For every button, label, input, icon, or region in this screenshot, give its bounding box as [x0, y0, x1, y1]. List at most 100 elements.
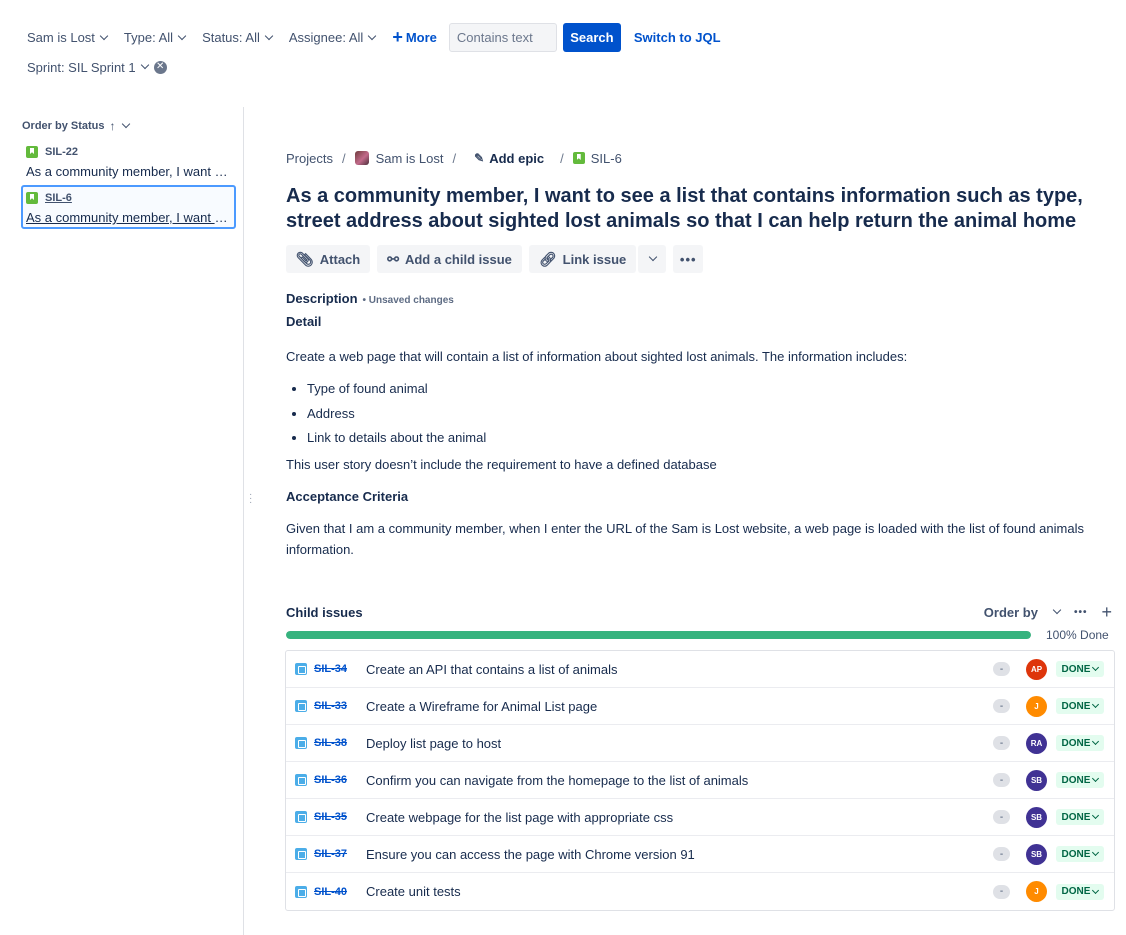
status-dropdown[interactable]: DONE: [1056, 883, 1104, 900]
clear-filter-icon[interactable]: ✕: [153, 60, 167, 74]
status-filter[interactable]: Status: All: [196, 24, 278, 52]
status-dropdown[interactable]: DONE: [1056, 772, 1104, 788]
child-issue-key[interactable]: SIL-38: [314, 737, 351, 749]
status-dropdown[interactable]: DONE: [1056, 661, 1104, 677]
description-intro: Create a web page that will contain a li…: [286, 349, 908, 364]
attach-button[interactable]: 📎︎ Attach: [286, 245, 371, 273]
chevron-down-icon: [1092, 811, 1100, 820]
child-issue-row[interactable]: SIL-38 Deploy list page to host - RA DONE: [286, 725, 1114, 762]
project-filter[interactable]: Sam is Lost: [21, 24, 113, 52]
child-issue-summary[interactable]: Create unit tests: [366, 884, 993, 899]
type-filter[interactable]: Type: All: [118, 24, 191, 52]
status-label: DONE: [1061, 848, 1091, 860]
assignee-filter[interactable]: Assignee: All: [283, 24, 381, 52]
unsaved-changes-note: • Unsaved changes: [362, 295, 454, 306]
child-issue-summary[interactable]: Create an API that contains a list of an…: [366, 662, 993, 677]
priority-badge[interactable]: -: [993, 662, 1010, 676]
priority-badge[interactable]: -: [993, 884, 1010, 899]
assignee-avatar[interactable]: AP: [1026, 658, 1047, 680]
child-issue-summary[interactable]: Ensure you can access the page with Chro…: [366, 847, 993, 862]
child-order-by-button[interactable]: Order by: [984, 605, 1062, 620]
assignee-avatar[interactable]: SB: [1026, 806, 1047, 828]
add-child-issue-button[interactable]: ⚯ Add a child issue: [377, 245, 522, 273]
assignee-avatar[interactable]: SB: [1026, 769, 1047, 791]
child-issue-key[interactable]: SIL-34: [314, 663, 351, 675]
child-issue-summary[interactable]: Confirm you can navigate from the homepa…: [366, 773, 993, 788]
status-dropdown[interactable]: DONE: [1056, 809, 1104, 825]
description-body[interactable]: Detail Create a web page that will conta…: [286, 314, 1114, 560]
chevron-down-icon: [1092, 700, 1100, 709]
assignee-avatar[interactable]: J: [1026, 881, 1047, 902]
child-issue-row[interactable]: SIL-36 Confirm you can navigate from the …: [286, 762, 1114, 799]
issue-card-selected[interactable]: SIL-6 As a community member, I want to s…: [21, 185, 236, 229]
child-issue-key[interactable]: SIL-33: [314, 700, 351, 712]
child-issues-table: SIL-34 Create an API that contains a list…: [285, 650, 1115, 911]
child-issue-key[interactable]: SIL-35: [314, 811, 351, 823]
arrow-up-icon[interactable]: ↑: [110, 119, 116, 133]
progress-label: 100% Done: [1046, 628, 1109, 642]
chevron-down-icon[interactable]: [121, 119, 130, 129]
text-search-input[interactable]: [448, 23, 557, 52]
paperclip-icon: 📎︎: [296, 250, 314, 267]
assignee-avatar[interactable]: SB: [1026, 843, 1047, 865]
status-filter-label: Status: All: [202, 30, 260, 45]
more-actions-button[interactable]: •••: [673, 245, 704, 273]
chevron-down-icon: [649, 252, 658, 262]
breadcrumb-separator: /: [452, 150, 457, 166]
child-issue-summary[interactable]: Create webpage for the list page with ap…: [366, 810, 993, 825]
link-issue-dropdown[interactable]: [638, 245, 667, 273]
child-issue-key[interactable]: SIL-36: [314, 774, 351, 786]
link-issue-button[interactable]: 🔗︎ Link issue: [528, 245, 637, 273]
child-issue-summary[interactable]: Create a Wireframe for Animal List page: [366, 699, 993, 714]
issue-key: SIL-22: [45, 146, 79, 158]
attach-label: Attach: [319, 251, 361, 267]
child-issue-row[interactable]: SIL-34 Create an API that contains a list…: [286, 651, 1114, 688]
child-issue-row[interactable]: SIL-35 Create webpage for the list page w…: [286, 799, 1114, 836]
chevron-down-icon: [264, 31, 274, 40]
resize-handle[interactable]: · · ·: [249, 490, 253, 508]
status-dropdown[interactable]: DONE: [1056, 698, 1104, 714]
plus-icon[interactable]: +: [1101, 602, 1112, 623]
switch-to-jql-link[interactable]: Switch to JQL: [634, 30, 721, 45]
link-issue-label: Link issue: [562, 251, 627, 267]
acceptance-criteria: Given that I am a community member, when…: [286, 520, 1084, 557]
child-issue-summary[interactable]: Deploy list page to host: [366, 736, 993, 751]
project-avatar-icon: [354, 151, 369, 165]
issue-actions: 📎︎ Attach ⚯ Add a child issue 🔗︎ Link issue…: [286, 245, 1114, 273]
priority-badge[interactable]: -: [993, 773, 1010, 787]
breadcrumb-project-link[interactable]: Sam is Lost: [376, 151, 444, 166]
more-filters-button[interactable]: + More: [386, 26, 443, 47]
search-button[interactable]: Search: [562, 23, 621, 52]
priority-badge[interactable]: -: [993, 736, 1010, 750]
issue-summary: As a community member, I want to see a l…: [26, 164, 231, 179]
breadcrumb-issue-key[interactable]: SIL-6: [591, 151, 622, 166]
add-epic-button[interactable]: ✎ Add epic: [474, 151, 544, 166]
subtask-icon: [295, 885, 307, 898]
child-issue-row[interactable]: SIL-40 Create unit tests - J DONE: [286, 873, 1114, 910]
status-dropdown[interactable]: DONE: [1056, 846, 1104, 862]
priority-badge[interactable]: -: [993, 699, 1010, 713]
more-filters-label: More: [405, 30, 437, 45]
child-issue-row[interactable]: SIL-37 Ensure you can access the page wit…: [286, 836, 1114, 873]
priority-badge[interactable]: -: [993, 810, 1010, 824]
issue-summary: As a community member, I want to see a l…: [26, 210, 231, 225]
assignee-avatar[interactable]: RA: [1026, 732, 1047, 754]
sprint-filter[interactable]: Sprint: SIL Sprint 1 ✕: [21, 53, 173, 81]
issue-title[interactable]: As a community member, I want to see a l…: [286, 184, 1086, 234]
priority-badge[interactable]: -: [993, 847, 1010, 861]
issue-card[interactable]: SIL-22 As a community member, I want to …: [21, 140, 236, 184]
status-label: DONE: [1061, 811, 1091, 823]
sprint-filter-label: Sprint: SIL Sprint 1: [27, 59, 136, 75]
assignee-avatar[interactable]: J: [1026, 695, 1047, 717]
child-issue-row[interactable]: SIL-33 Create a Wireframe for Animal List…: [286, 688, 1114, 725]
status-dropdown[interactable]: DONE: [1056, 735, 1104, 751]
plus-icon: +: [392, 26, 403, 47]
story-icon: [572, 152, 585, 164]
subtask-icon: [295, 700, 307, 712]
child-issue-key[interactable]: SIL-37: [314, 848, 351, 860]
subtask-icon: [295, 811, 307, 823]
order-by-status-button[interactable]: Order by Status ↑: [22, 119, 130, 133]
child-issue-key[interactable]: SIL-40: [314, 886, 351, 898]
breadcrumb-projects-link[interactable]: Projects: [286, 151, 333, 166]
more-icon[interactable]: •••: [1074, 607, 1088, 618]
